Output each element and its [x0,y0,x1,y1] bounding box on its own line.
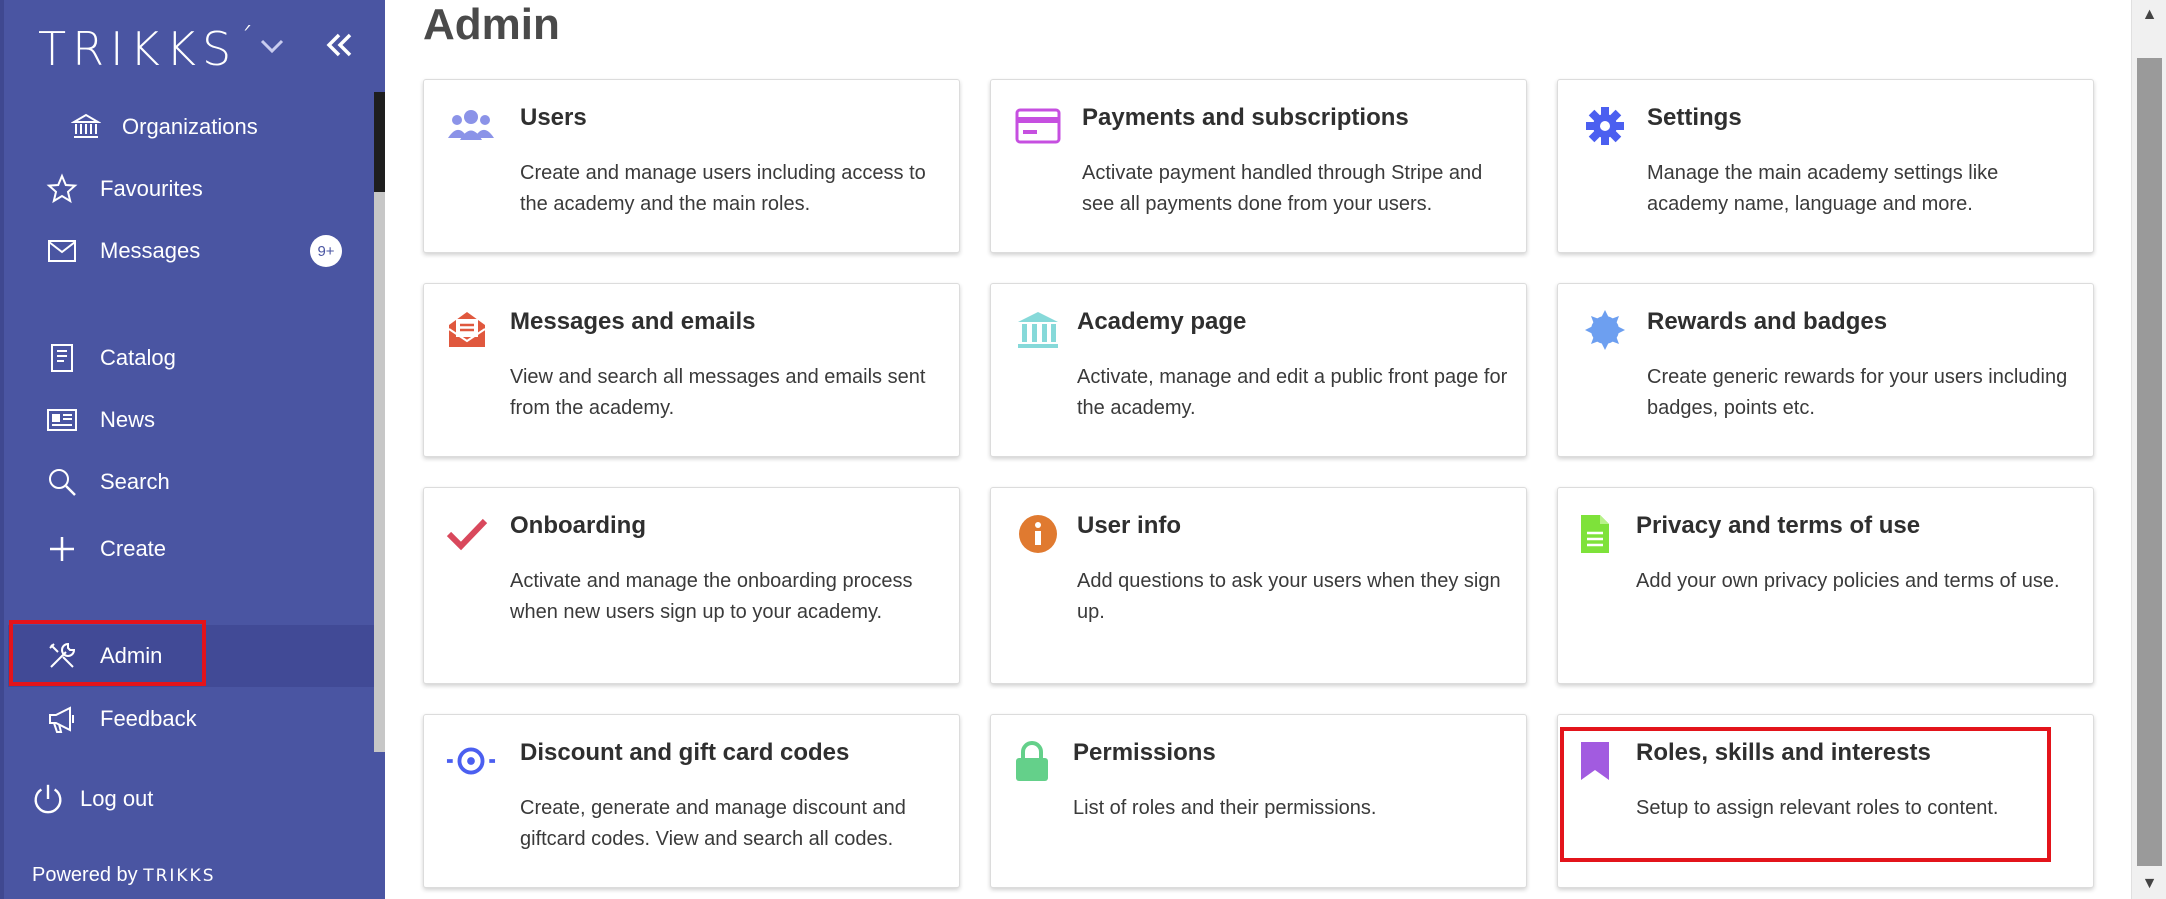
sidebar-item-favourites[interactable]: Favourites [8,158,374,220]
plus-icon [44,531,80,567]
card-user-info[interactable]: User info Add questions to ask your user… [990,487,1527,684]
card-title: Users [520,104,587,131]
card-description: Create and manage users including access… [520,162,926,215]
gear-icon [1580,104,1630,148]
sidebar-item-label: Search [100,469,170,494]
card-users[interactable]: Users Create and manage users including … [423,79,960,253]
card-description: Add your own privacy policies and terms … [1636,570,2060,592]
card-description: View and search all messages and emails … [510,366,926,419]
search-icon [44,464,80,500]
page-scroll-thumb[interactable] [2137,58,2162,866]
megaphone-icon [44,701,80,737]
card-payments[interactable]: Payments and subscriptions Activate paym… [990,79,1527,253]
document-icon [1570,512,1620,556]
powered-label: Powered by [32,864,138,886]
logout-label: Log out [80,786,154,811]
sidebar-item-label: Catalog [100,345,176,370]
lock-icon [1007,739,1057,783]
chevron-down-icon[interactable] [256,30,288,62]
powered-by: Powered by TRIKKS [32,864,215,887]
trikks-logo[interactable]: TRIKKS´ [38,22,260,76]
card-title: Settings [1647,104,1742,131]
sidebar: TRIKKS´ Organizations Favourites Message… [0,0,388,899]
card-title: Academy page [1077,308,1247,335]
card-title: User info [1077,512,1182,539]
sidebar-item-label: Feedback [100,706,197,731]
logo-text: TRIKKS [38,22,238,76]
newspaper-icon [44,402,80,438]
card-settings[interactable]: Settings Manage the main academy setting… [1557,79,2094,253]
star-icon [44,171,80,207]
card-description: Add questions to ask your users when the… [1077,570,1501,623]
card-title: Permissions [1073,739,1216,766]
card-title: Discount and gift card codes [520,739,850,766]
scroll-up-arrow-icon[interactable]: ▲ [2132,0,2166,30]
sidebar-item-feedback[interactable]: Feedback [8,688,374,750]
sidebar-item-news[interactable]: News [8,389,374,451]
card-description: Manage the main academy settings like ac… [1647,162,1999,215]
sidebar-item-label: Create [100,536,167,561]
card-description: Activate payment handled through Stripe … [1082,162,1483,215]
card-description: List of roles and their permissions. [1073,797,1377,819]
info-circle-icon [1013,512,1063,556]
card-description: Activate and manage the onboarding proce… [510,570,913,623]
sidebar-item-organizations[interactable]: Organizations [8,96,374,158]
card-title: Payments and subscriptions [1082,104,1409,131]
card-title: Onboarding [510,512,646,539]
card-title: Privacy and terms of use [1636,512,1921,539]
collapse-sidebar-icon[interactable] [322,28,356,62]
sidebar-item-messages[interactable]: Messages 9+ [8,220,374,282]
card-permissions[interactable]: Permissions List of roles and their perm… [990,714,1527,888]
sidebar-item-catalog[interactable]: Catalog [8,327,374,389]
sidebar-item-create[interactable]: Create [8,518,374,580]
checkmark-icon [442,512,492,556]
page-title: Admin [423,0,560,49]
unread-badge: 9+ [310,235,342,267]
sidebar-item-search[interactable]: Search [8,451,374,513]
landmark-icon [1013,308,1063,352]
card-academy-page[interactable]: Academy page Activate, manage and edit a… [990,283,1527,457]
powered-brand: TRIKKS [143,866,216,886]
power-icon [30,781,66,817]
credit-card-icon [1013,104,1063,148]
users-icon [446,104,496,148]
card-description: Create, generate and manage discount and… [520,797,906,850]
mail-icon [44,233,80,269]
card-privacy-terms[interactable]: Privacy and terms of use Add your own pr… [1557,487,2094,684]
discount-code-icon [446,739,496,783]
card-description: Activate, manage and edit a public front… [1077,366,1508,419]
sidebar-item-label: Favourites [100,176,203,201]
card-title: Messages and emails [510,308,756,335]
envelope-open-icon [442,308,492,352]
page-scrollbar[interactable]: ▲ ▼ [2131,0,2166,899]
annotation-highlight-roles [1560,727,2051,862]
card-rewards-badges[interactable]: Rewards and badges Create generic reward… [1557,283,2094,457]
bank-icon [68,109,104,145]
scroll-down-arrow-icon[interactable]: ▼ [2132,869,2166,899]
card-title: Rewards and badges [1647,308,1888,335]
card-description: Create generic rewards for your users in… [1647,366,2068,419]
card-discount-codes[interactable]: Discount and gift card codes Create, gen… [423,714,960,888]
sidebar-item-label: News [100,407,156,432]
card-onboarding[interactable]: Onboarding Activate and manage the onboa… [423,487,960,684]
certificate-icon [1580,308,1630,352]
logout-button[interactable]: Log out [8,768,374,830]
catalog-icon [44,340,80,376]
sidebar-item-label: Organizations [122,114,258,139]
sidebar-item-label: Messages [100,238,201,263]
annotation-highlight-admin [9,620,206,686]
card-messages-emails[interactable]: Messages and emails View and search all … [423,283,960,457]
